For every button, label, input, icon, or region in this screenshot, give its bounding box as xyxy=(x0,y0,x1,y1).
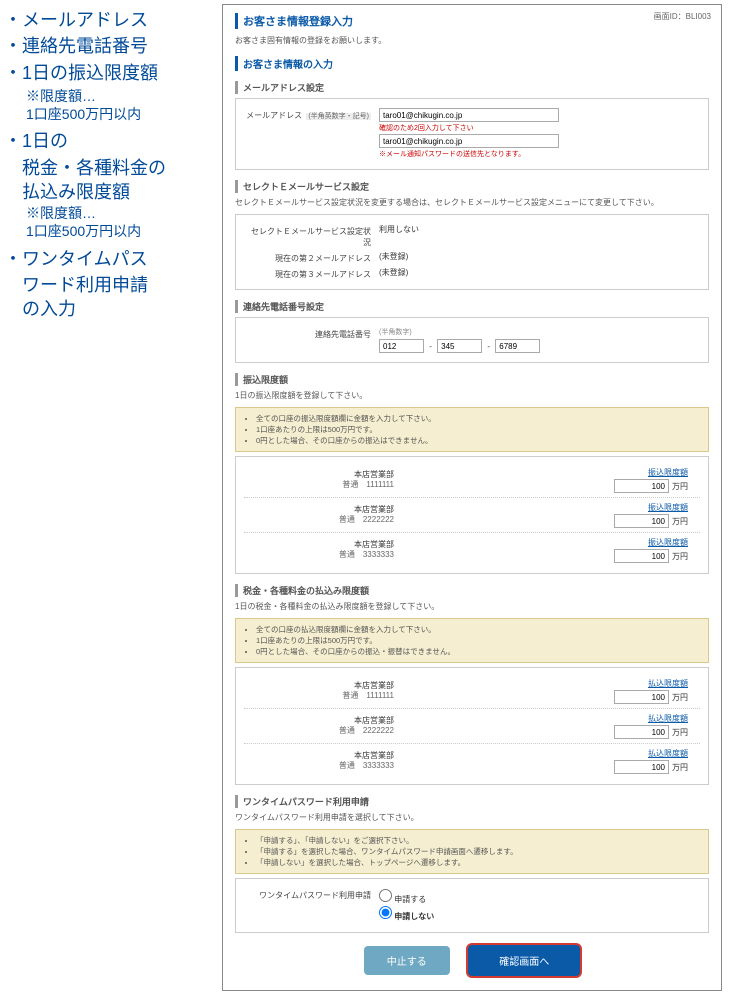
mail3-label: 現在の第３メールアドレス xyxy=(244,267,379,280)
phone-input-2[interactable] xyxy=(437,339,482,353)
sidebar-note: ※限度額… 1口座500万円以内 xyxy=(4,87,214,123)
mail3-value: (未登録) xyxy=(379,267,700,278)
section-customer-info: お客さま情報の入力 xyxy=(235,56,709,71)
mail-confirm-input[interactable] xyxy=(379,134,559,148)
mail-warn: ※メール通知パスワードの送信先となります。 xyxy=(379,149,700,159)
limit-input[interactable] xyxy=(614,479,669,493)
section-phone: 連絡先電話番号設定 xyxy=(235,300,709,313)
account-row: 本店営業部普通 1111111 振込限度額万円 xyxy=(244,463,700,497)
otp-desc: ワンタイムパスワード利用申請を選択して下さい。 xyxy=(235,812,709,823)
transfer-notice: 全ての口座の振込限度額欄に金額を入力して下さい。 1口座あたりの上限は500万円… xyxy=(235,407,709,452)
cancel-button[interactable]: 中止する xyxy=(364,946,450,975)
sidebar-item: ・1日の振込限度額 xyxy=(4,61,214,85)
limit-input[interactable] xyxy=(614,549,669,563)
select-mail-panel: セレクトＥメールサービス設定状況利用しない 現在の第２メールアドレス(未登録) … xyxy=(235,214,709,290)
otp-radio-not-apply[interactable]: 申請しない xyxy=(379,906,700,922)
tax-accounts: 本店営業部普通 1111111 払込限度額万円 本店営業部普通 2222222 … xyxy=(235,667,709,785)
phone-panel: 連絡先電話番号 (半角数字) - - xyxy=(235,317,709,363)
account-row: 本店営業部普通 1111111 払込限度額万円 xyxy=(244,674,700,708)
otp-panel: ワンタイムパスワード利用申請 申請する 申請しない xyxy=(235,878,709,933)
select-mail-desc: セレクトＥメールサービス設定状況を変更する場合は、セレクトＥメールサービス設定メ… xyxy=(235,197,709,208)
transfer-desc: 1日の振込限度額を登録して下さい。 xyxy=(235,390,709,401)
mail-panel: メールアドレス (半角英数字・記号) 確認のため2回入力して下さい ※メール通知… xyxy=(235,98,709,170)
section-tax-limit: 税金・各種料金の払込み限度額 xyxy=(235,584,709,597)
account-row: 本店営業部普通 2222222 払込限度額万円 xyxy=(244,708,700,743)
sidebar-item: ・ワンタイムパス xyxy=(4,247,214,271)
mail-input[interactable] xyxy=(379,108,559,122)
sidebar-item: ・連絡先電話番号 xyxy=(4,34,214,58)
limit-input[interactable] xyxy=(614,514,669,528)
limit-input[interactable] xyxy=(614,725,669,739)
mail2-value: (未登録) xyxy=(379,251,700,262)
tax-notice: 全ての口座の払込限度額欄に金額を入力して下さい。 1口座あたりの上限は500万円… xyxy=(235,618,709,663)
sidebar-item: ・1日の xyxy=(4,129,214,153)
sidebar-item-cont: 税金・各種料金の xyxy=(4,156,214,180)
confirm-button[interactable]: 確認画面へ xyxy=(468,945,580,976)
select-mail-status-value: 利用しない xyxy=(379,224,700,235)
limit-input[interactable] xyxy=(614,690,669,704)
tax-desc: 1日の税金・各種料金の払込み限度額を登録して下さい。 xyxy=(235,601,709,612)
form-screen: 画面ID：BLI003 お客さま情報登録入力 お客さま固有情報の登録をお願いしま… xyxy=(222,4,722,991)
section-otp: ワンタイムパスワード利用申請 xyxy=(235,795,709,808)
sidebar-item-cont: の入力 xyxy=(4,297,214,321)
page-title: お客さま情報登録入力 xyxy=(235,13,709,29)
phone-hint: (半角数字) xyxy=(379,327,700,337)
limit-input[interactable] xyxy=(614,760,669,774)
intro-text: お客さま固有情報の登録をお願いします。 xyxy=(235,35,709,46)
otp-notice: 「申請する」、「申請しない」をご選択下さい。 「申請する」を選択した場合、ワンタ… xyxy=(235,829,709,874)
account-row: 本店営業部普通 3333333 振込限度額万円 xyxy=(244,532,700,567)
instruction-sidebar: ・メールアドレス ・連絡先電話番号 ・1日の振込限度額 ※限度額… 1口座500… xyxy=(4,4,214,991)
sidebar-item-cont: 払込み限度額 xyxy=(4,180,214,204)
phone-input-3[interactable] xyxy=(495,339,540,353)
sidebar-item-cont: ワード利用申請 xyxy=(4,273,214,297)
section-select-mail: セレクトＥメールサービス設定 xyxy=(235,180,709,193)
mail2-label: 現在の第２メールアドレス xyxy=(244,251,379,264)
mail-confirm-note: 確認のため2回入力して下さい xyxy=(379,123,700,133)
select-mail-status-label: セレクトＥメールサービス設定状況 xyxy=(244,224,379,248)
section-mail: メールアドレス設定 xyxy=(235,81,709,94)
account-row: 本店営業部普通 3333333 払込限度額万円 xyxy=(244,743,700,778)
transfer-accounts: 本店営業部普通 1111111 振込限度額万円 本店営業部普通 2222222 … xyxy=(235,456,709,574)
account-row: 本店営業部普通 2222222 振込限度額万円 xyxy=(244,497,700,532)
otp-radio-apply[interactable]: 申請する xyxy=(379,889,700,905)
sidebar-item: ・メールアドレス xyxy=(4,8,214,32)
phone-input-1[interactable] xyxy=(379,339,424,353)
section-transfer-limit: 振込限度額 xyxy=(235,373,709,386)
otp-label: ワンタイムパスワード利用申請 xyxy=(244,888,379,901)
sidebar-note: ※限度額… 1口座500万円以内 xyxy=(4,204,214,240)
phone-label: 連絡先電話番号 xyxy=(244,327,379,340)
screen-id: 画面ID：BLI003 xyxy=(654,11,711,22)
mail-label: メールアドレス (半角英数字・記号) xyxy=(244,108,379,121)
